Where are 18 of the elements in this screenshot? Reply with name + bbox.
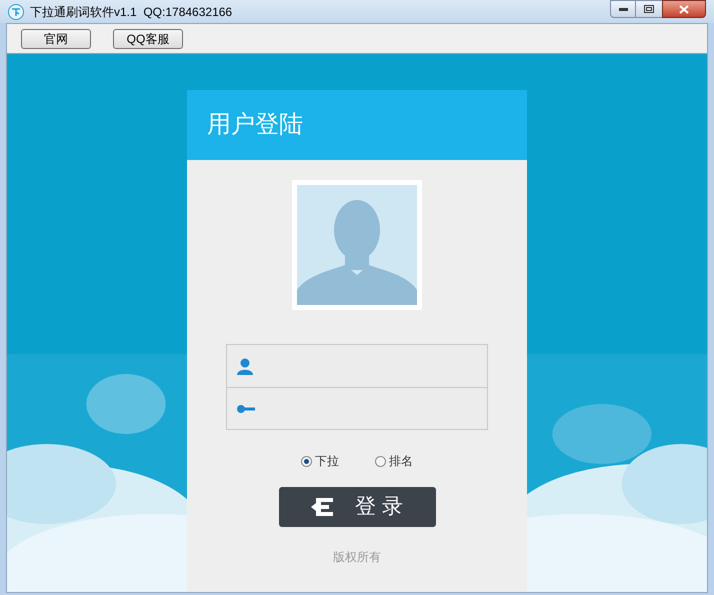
login-button[interactable]: 登 录 (278, 487, 436, 527)
user-icon (237, 358, 253, 374)
mode-radio[interactable]: 下拉 (301, 452, 339, 470)
copyright-text: 版权所有 (333, 549, 381, 566)
toolbar-button[interactable]: 官网 (21, 28, 91, 48)
maximize-button[interactable] (636, 0, 662, 18)
key-icon (237, 404, 255, 412)
app-icon (8, 4, 24, 20)
exit-arrow-icon (311, 498, 334, 516)
close-icon (679, 4, 689, 14)
maximize-icon (644, 5, 654, 13)
panel-title: 用户登陆 (207, 110, 303, 140)
mode-radio[interactable]: 排名 (375, 452, 413, 470)
minimize-button[interactable] (610, 0, 636, 18)
close-button[interactable] (662, 0, 706, 18)
toolbar-button[interactable]: QQ客服 (113, 28, 183, 48)
window-title: 下拉通刷词软件v1.1 QQ:1784632166 (30, 4, 232, 20)
minimize-icon (618, 8, 628, 10)
